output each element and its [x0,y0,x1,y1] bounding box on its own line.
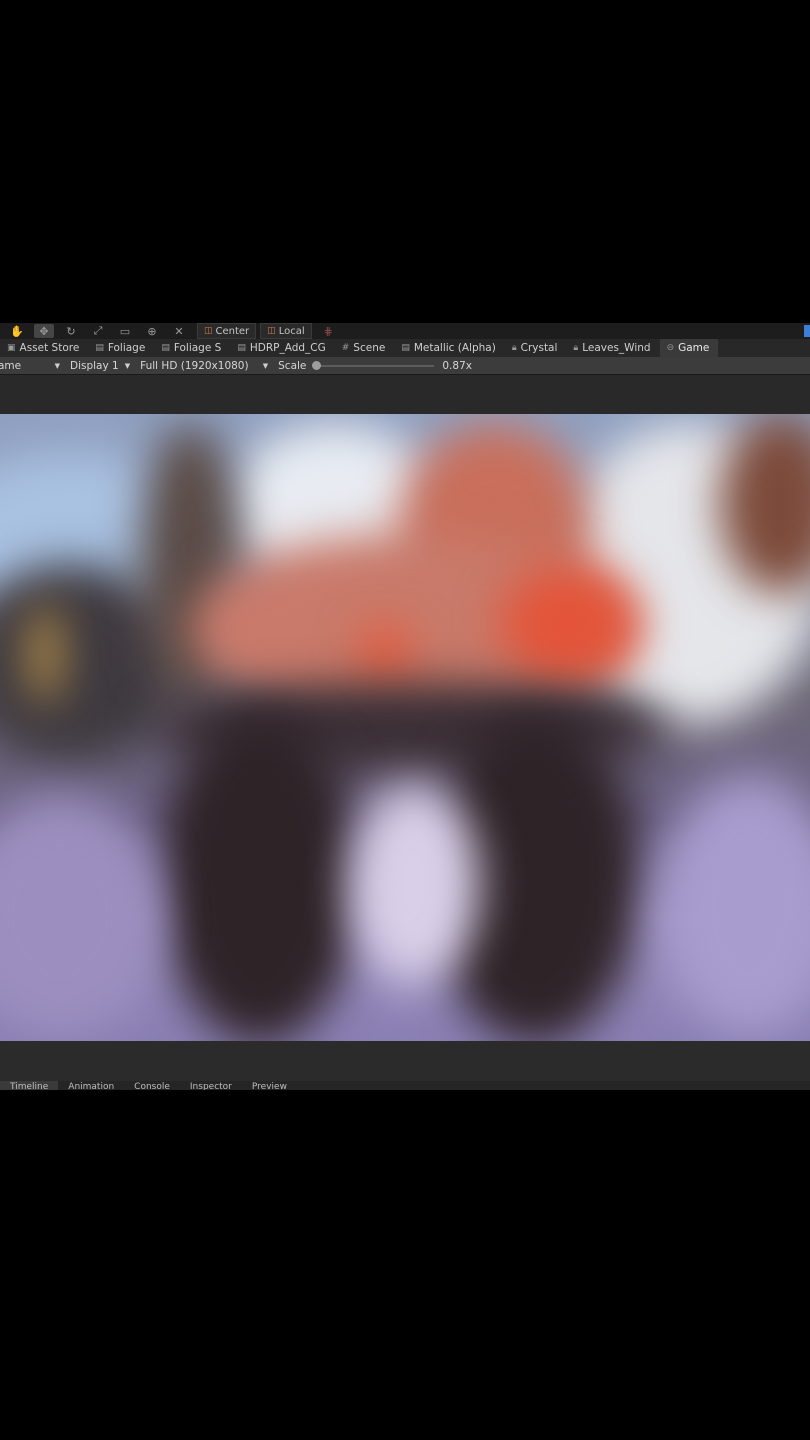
display-label: Display 1 [70,359,119,372]
tab-label: Leaves_Wind [582,342,651,354]
pivot-label: Center [215,325,250,337]
scene-icon: ▤ [95,343,104,353]
hand-tool-icon[interactable]: ✋ [7,324,27,338]
tab-scene[interactable]: # Scene [335,339,395,357]
scene-icon: ▤ [237,343,246,353]
pivot-mode-toggle[interactable]: ◫ Center [197,323,257,339]
tab-label: Asset Store [19,342,80,354]
space-label: Local [278,325,305,337]
tab-label: Crystal [520,342,558,354]
game-view-margin-bottom [0,1041,810,1081]
tab-label: Game [678,342,710,354]
blur-shape [660,774,810,1034]
tab-foliage-s[interactable]: ▤ Foliage S [154,339,230,357]
store-icon: ▣ [7,343,16,353]
tab-label: Metallic (Alpha) [413,342,496,354]
tab-inspector[interactable]: Inspector [180,1081,242,1090]
game-viewport[interactable] [0,414,810,1041]
rect-tool-icon[interactable]: ▭ [115,324,135,338]
lock-icon: 🔒︎ [511,343,517,353]
scale-slider[interactable] [312,360,435,370]
chevron-down-icon: ▼ [54,361,60,370]
custom-tool-icon[interactable]: ✕ [169,324,189,338]
chevron-down-icon: ▼ [262,361,269,370]
scale-slider-thumb[interactable] [312,360,322,370]
view-mode-dropdown[interactable]: ame ▼ [0,360,60,372]
scale-value: 0.87x [442,359,472,372]
transform-tool-icon[interactable]: ⊕ [142,324,162,338]
tab-asset-store[interactable]: ▣ Asset Store [0,339,88,357]
tab-metallic-alpha[interactable]: ▤ Metallic (Alpha) [394,339,505,357]
blur-shape [350,784,480,984]
hash-icon: # [341,343,350,353]
move-tool-icon[interactable]: ✥ [34,324,54,338]
tab-label: HDRP_Add_CG [249,342,326,354]
letterbox-top [0,0,810,323]
tab-foliage[interactable]: ▤ Foliage [88,339,154,357]
scene-tools-toolbar: ✋ ✥ ↻ ⤢ ▭ ⊕ ✕ ◫ Center ◫ Local ⋕ [0,323,810,339]
blur-shape [0,794,160,1034]
chevron-down-icon: ▼ [124,361,131,370]
tab-leaves-wind[interactable]: 🔒︎ Leaves_Wind [566,339,659,357]
tab-animation[interactable]: Animation [58,1081,124,1090]
view-mode-label: ame [0,359,22,372]
gamepad-icon: ⊝ [666,343,675,353]
letterbox-bottom [0,1090,810,1440]
blur-shape [160,714,360,1041]
lock-icon: 🔒︎ [573,343,579,353]
tab-hdrp-add-cg[interactable]: ▤ HDRP_Add_CG [230,339,334,357]
tab-crystal[interactable]: 🔒︎ Crystal [505,339,567,357]
scene-icon: ▤ [161,343,170,353]
blur-shape [360,624,410,684]
editor-tab-strip: ▣ Asset Store ▤ Foliage ▤ Foliage S ▤ HDRP_A… [0,339,810,357]
tab-timeline[interactable]: Timeline [0,1081,59,1090]
tab-label: Scene [353,342,386,354]
tab-label: Foliage S [173,342,222,354]
tab-preview[interactable]: Preview [242,1081,297,1090]
pivot-icon: ◫ [204,326,213,336]
tab-label: Foliage [107,342,146,354]
bottom-tab-strip: Timeline Animation Console Inspector Pre… [0,1081,810,1090]
resolution-label: Full HD (1920x1080) [140,359,249,372]
resolution-dropdown[interactable]: Full HD (1920x1080) ▼ [140,360,268,372]
grid-snap-icon[interactable]: ⋕ [324,325,333,338]
pivot-space-toggle[interactable]: ◫ Local [260,323,312,339]
display-dropdown[interactable]: Display 1 ▼ [70,360,130,372]
blur-shape [500,564,640,684]
blur-shape [30,604,60,704]
account-badge[interactable] [804,325,810,337]
local-space-icon: ◫ [267,326,276,336]
tab-game[interactable]: ⊝ Game [659,339,719,357]
scale-label: Scale [278,359,307,372]
game-view-margin-top [0,375,810,414]
game-view-toolbar: ame ▼ Display 1 ▼ Full HD (1920x1080) ▼ … [0,357,810,375]
scene-icon: ▤ [401,343,410,353]
scale-tool-icon[interactable]: ⤢ [88,324,108,338]
tab-console[interactable]: Console [124,1081,180,1090]
rotate-tool-icon[interactable]: ↻ [61,324,81,338]
